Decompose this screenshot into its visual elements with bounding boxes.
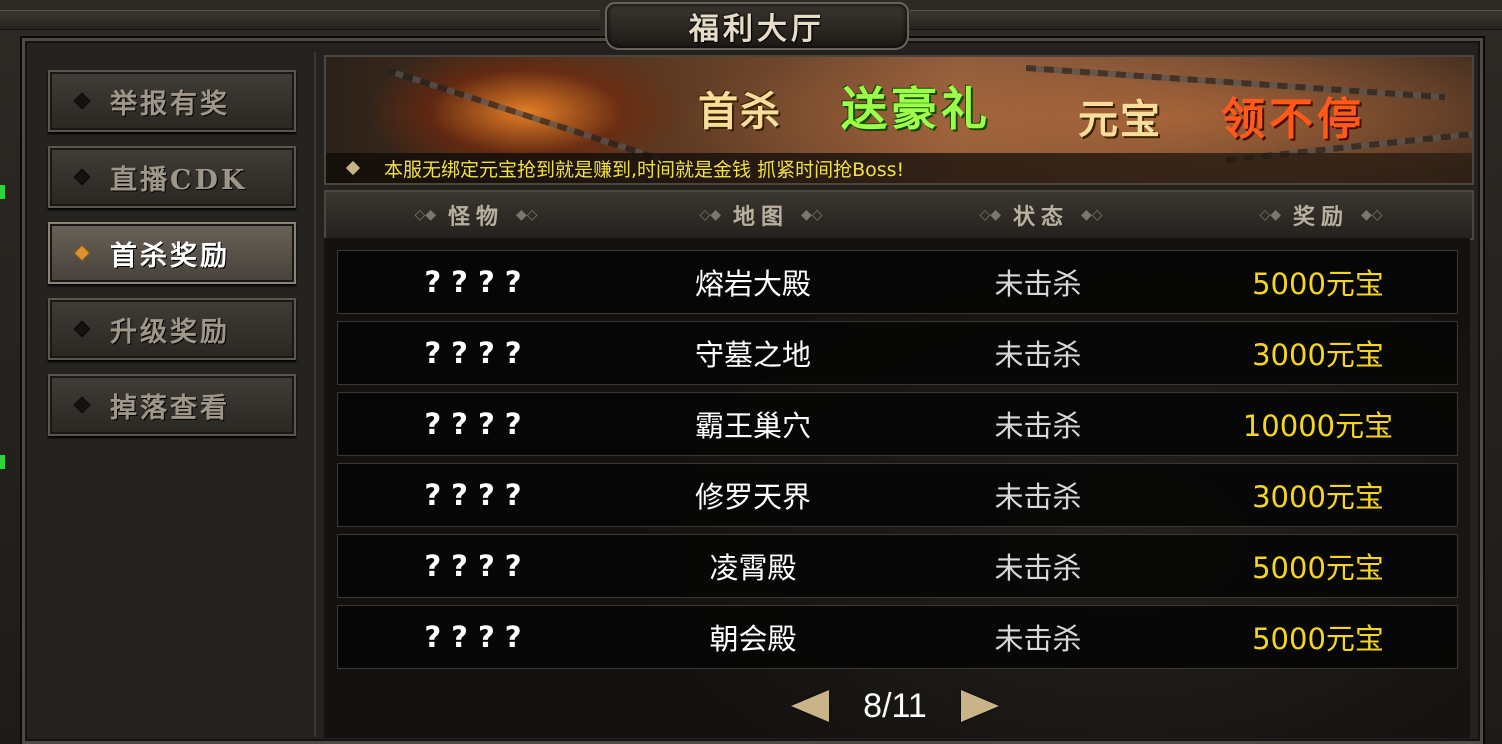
- map-cell: 凌霄殿: [709, 551, 797, 585]
- column-header-monster: ◇◆ 怪物 ◆◇: [414, 204, 538, 230]
- reward-cell: 10000元宝: [1242, 409, 1394, 443]
- map-cell: 熔岩大殿: [694, 267, 811, 301]
- sidebar-item-label: 掉落查看: [110, 392, 230, 424]
- monster-cell: ????: [424, 407, 532, 441]
- edge-indicator: [0, 185, 5, 199]
- window-title: 福利大厅: [605, 2, 909, 50]
- monster-cell: ????: [424, 265, 532, 299]
- map-cell: 霸王巢穴: [694, 409, 811, 443]
- pager: 8/11: [770, 680, 1020, 732]
- sidebar-item-first-kill-reward[interactable]: 首杀奖励: [48, 222, 296, 284]
- sidebar-item-live-cdk[interactable]: 直播CDK: [48, 146, 296, 208]
- prev-page-arrow-icon[interactable]: [791, 690, 830, 722]
- banner-text-gift: 送豪礼: [841, 82, 991, 136]
- diamond-icon: [73, 168, 91, 186]
- monster-cell: ????: [424, 336, 532, 370]
- boss-table: ???? 熔岩大殿 未击杀 5000元宝 ???? 守墓之地 未击杀 3000元…: [324, 238, 1470, 738]
- banner-text-yuanbao: 元宝: [1078, 96, 1162, 143]
- next-page-arrow-icon[interactable]: [960, 690, 999, 722]
- status-cell: 未击杀: [994, 409, 1082, 443]
- table-header: ◇◆ 怪物 ◆◇ ◇◆ 地图 ◆◇ ◇◆ 状态 ◆◇ ◇◆ 奖励 ◆◇: [324, 190, 1474, 240]
- diamond-icon: [73, 92, 91, 110]
- column-header-reward: ◇◆ 奖励 ◆◇: [1259, 204, 1383, 230]
- notice-bar: 本服无绑定元宝抢到就是赚到,时间就是金钱 抓紧时间抢Boss!: [326, 153, 1472, 183]
- status-cell: 未击杀: [994, 551, 1082, 585]
- diamond-icon: [73, 396, 91, 414]
- edge-indicator: [0, 455, 5, 469]
- map-cell: 守墓之地: [694, 338, 811, 372]
- table-row[interactable]: ???? 熔岩大殿 未击杀 5000元宝: [337, 250, 1458, 314]
- page-indicator: 8/11: [863, 686, 927, 725]
- table-row[interactable]: ???? 守墓之地 未击杀 3000元宝: [337, 321, 1458, 385]
- top-ornament-left: [0, 10, 600, 30]
- diamond-icon: [345, 160, 361, 176]
- table-row[interactable]: ???? 修罗天界 未击杀 3000元宝: [337, 463, 1458, 527]
- banner-text-nonstop: 领不停: [1221, 94, 1365, 145]
- banner-text-first-kill: 首杀: [698, 88, 782, 135]
- reward-cell: 5000元宝: [1252, 551, 1384, 585]
- window-title-text: 福利大厅: [689, 12, 825, 47]
- sidebar-item-levelup-reward[interactable]: 升级奖励: [48, 298, 296, 360]
- table-row[interactable]: ???? 朝会殿 未击杀 5000元宝: [337, 605, 1458, 669]
- sidebar: 举报有奖 直播CDK 首杀奖励 升级奖励 掉落查看: [34, 52, 316, 737]
- sidebar-item-label: 首杀奖励: [110, 240, 230, 272]
- monster-cell: ????: [424, 620, 532, 654]
- diamond-icon: [73, 320, 91, 338]
- reward-cell: 3000元宝: [1252, 338, 1384, 372]
- top-ornament-right: [910, 10, 1502, 30]
- notice-text: 本服无绑定元宝抢到就是赚到,时间就是金钱 抓紧时间抢Boss!: [384, 158, 905, 181]
- status-cell: 未击杀: [994, 480, 1082, 514]
- promo-banner: 首杀 送豪礼 元宝 领不停 本服无绑定元宝抢到就是赚到,时间就是金钱 抓紧时间抢…: [324, 55, 1474, 185]
- sidebar-item-label: 举报有奖: [110, 88, 230, 120]
- diamond-icon: [73, 244, 91, 262]
- reward-cell: 3000元宝: [1252, 480, 1384, 514]
- sidebar-item-drop-view[interactable]: 掉落查看: [48, 374, 296, 436]
- column-header-status: ◇◆ 状态 ◆◇: [979, 204, 1103, 230]
- map-cell: 修罗天界: [694, 480, 811, 514]
- status-cell: 未击杀: [994, 267, 1082, 301]
- status-cell: 未击杀: [994, 622, 1082, 656]
- monster-cell: ????: [424, 549, 532, 583]
- status-cell: 未击杀: [994, 338, 1082, 372]
- sidebar-item-label: 升级奖励: [110, 316, 230, 348]
- monster-cell: ????: [424, 478, 532, 512]
- column-header-map: ◇◆ 地图 ◆◇: [699, 204, 823, 230]
- map-cell: 朝会殿: [709, 622, 797, 656]
- reward-cell: 5000元宝: [1252, 622, 1384, 656]
- chain-decoration: [385, 67, 673, 166]
- table-row[interactable]: ???? 霸王巢穴 未击杀 10000元宝: [337, 392, 1458, 456]
- sidebar-item-label: 直播CDK: [110, 164, 248, 196]
- sidebar-item-report-reward[interactable]: 举报有奖: [48, 70, 296, 132]
- reward-cell: 5000元宝: [1252, 267, 1384, 301]
- table-row[interactable]: ???? 凌霄殿 未击杀 5000元宝: [337, 534, 1458, 598]
